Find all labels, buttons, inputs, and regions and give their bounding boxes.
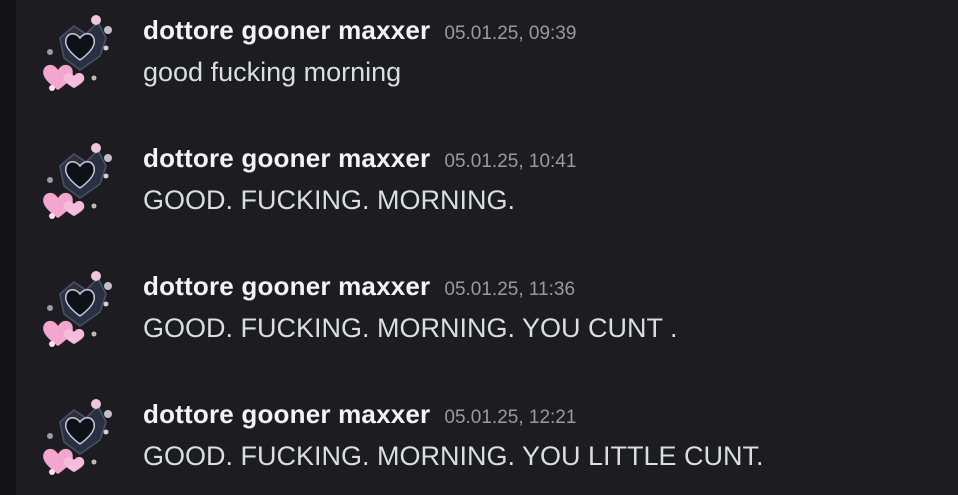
- heart-collage-avatar-icon: [36, 10, 124, 98]
- message-header: dottore gooner maxxer 05.01.25, 12:21: [143, 399, 576, 430]
- avatar[interactable]: [34, 264, 126, 356]
- avatar[interactable]: [34, 136, 126, 228]
- discord-chat-screenshot: dottore gooner maxxer 05.01.25, 09:39 goo…: [0, 0, 958, 495]
- timestamp[interactable]: 05.01.25, 09:39: [444, 23, 576, 44]
- message-content: GOOD. FUCKING. MORNING. YOU CUNT .: [143, 313, 678, 343]
- message-content: good fucking morning: [143, 57, 402, 87]
- message-header: dottore gooner maxxer 05.01.25, 10:41: [143, 143, 576, 174]
- message-item[interactable]: dottore gooner maxxer 05.01.25, 10:41 GOO…: [16, 128, 958, 238]
- heart-collage-avatar-icon: [36, 266, 124, 354]
- message-item[interactable]: dottore gooner maxxer 05.01.25, 09:39 goo…: [16, 0, 958, 110]
- message-header: dottore gooner maxxer 05.01.25, 11:36: [143, 271, 575, 302]
- message-content: GOOD. FUCKING. MORNING.: [143, 185, 516, 215]
- timestamp[interactable]: 05.01.25, 10:41: [444, 151, 576, 172]
- avatar[interactable]: [34, 8, 126, 100]
- username[interactable]: dottore gooner maxxer: [143, 271, 430, 301]
- timestamp[interactable]: 05.01.25, 11:36: [444, 279, 575, 300]
- avatar[interactable]: [34, 392, 126, 484]
- message-item[interactable]: dottore gooner maxxer 05.01.25, 11:36 GOO…: [16, 256, 958, 366]
- username[interactable]: dottore gooner maxxer: [143, 143, 430, 173]
- username[interactable]: dottore gooner maxxer: [143, 15, 430, 45]
- channel-sidebar-edge: [0, 0, 16, 495]
- message-item[interactable]: dottore gooner maxxer 05.01.25, 12:21 GOO…: [16, 384, 958, 494]
- message-list[interactable]: dottore gooner maxxer 05.01.25, 09:39 goo…: [16, 0, 958, 495]
- message-content: GOOD. FUCKING. MORNING. YOU LITTLE CUNT.: [143, 441, 764, 471]
- message-header: dottore gooner maxxer 05.01.25, 09:39: [143, 15, 576, 46]
- username[interactable]: dottore gooner maxxer: [143, 399, 430, 429]
- timestamp[interactable]: 05.01.25, 12:21: [444, 407, 576, 428]
- heart-collage-avatar-icon: [36, 138, 124, 226]
- heart-collage-avatar-icon: [36, 394, 124, 482]
